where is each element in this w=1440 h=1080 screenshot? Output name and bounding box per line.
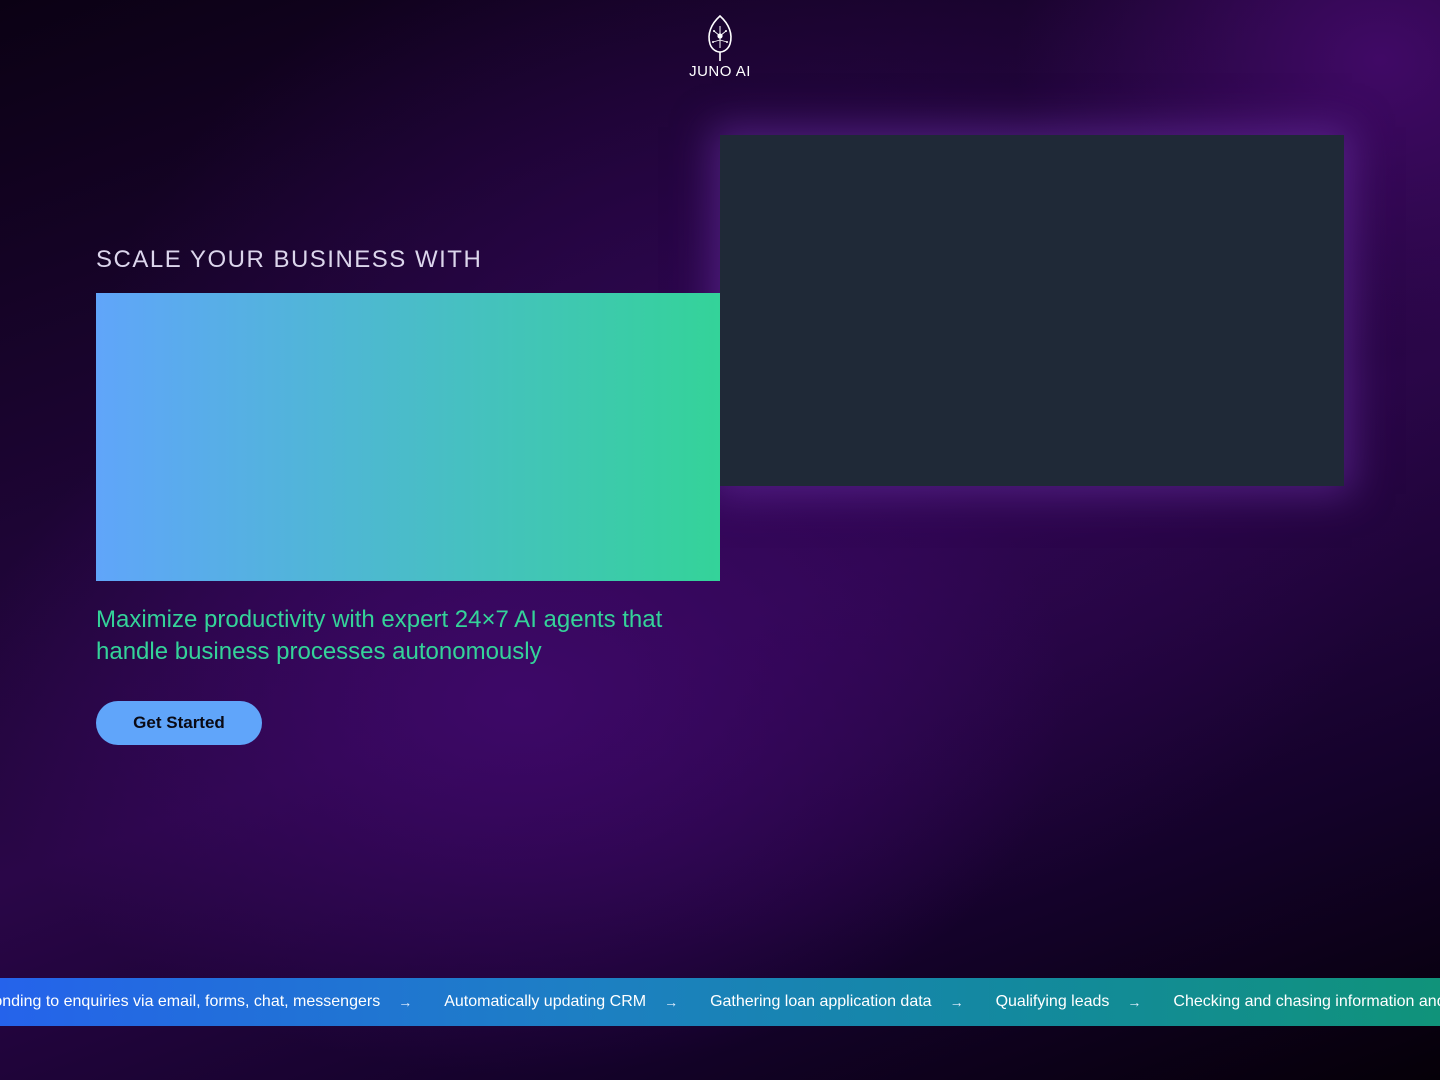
- ticker-item-label: Responding to enquiries via email, forms…: [0, 993, 381, 1010]
- landing-page: JUNO AI SCALE YOUR BUSINESS WITH Maximiz…: [0, 0, 1440, 1080]
- hero-media-panel: [720, 135, 1344, 486]
- ticker-item-label: Qualifying leads: [995, 993, 1110, 1010]
- hero-gradient-headline-block: [96, 293, 720, 581]
- ticker-item: Qualifying leads →: [996, 993, 1174, 1011]
- ticker-item: Checking and chasing information and doc…: [1173, 993, 1440, 1011]
- ticker-item: Responding to enquiries via email, forms…: [0, 993, 444, 1011]
- arrow-right-icon: →: [1127, 994, 1142, 1010]
- hero-subtitle: Maximize productivity with expert 24×7 A…: [96, 606, 663, 665]
- ticker-item-label: Automatically updating CRM: [444, 993, 647, 1010]
- leaf-circuit-icon: [708, 14, 732, 61]
- ticker-item-label: Checking and chasing information and doc…: [1173, 993, 1440, 1010]
- hero-eyebrow: SCALE YOUR BUSINESS WITH: [96, 246, 483, 273]
- ticker-item: Gathering loan application data →: [710, 993, 996, 1011]
- arrow-right-icon: →: [949, 994, 964, 1010]
- feature-ticker: Responding to enquiries via email, forms…: [0, 978, 1440, 1026]
- arrow-right-icon: →: [398, 994, 413, 1010]
- arrow-right-icon: →: [664, 994, 679, 1010]
- brand-logo[interactable]: JUNO AI: [670, 14, 770, 80]
- get-started-button[interactable]: Get Started: [96, 701, 262, 745]
- ticker-track: Responding to enquiries via email, forms…: [0, 978, 1440, 1026]
- brand-name: JUNO AI: [689, 63, 751, 80]
- ticker-item-label: Gathering loan application data: [710, 993, 932, 1010]
- ticker-item: Automatically updating CRM →: [444, 993, 710, 1011]
